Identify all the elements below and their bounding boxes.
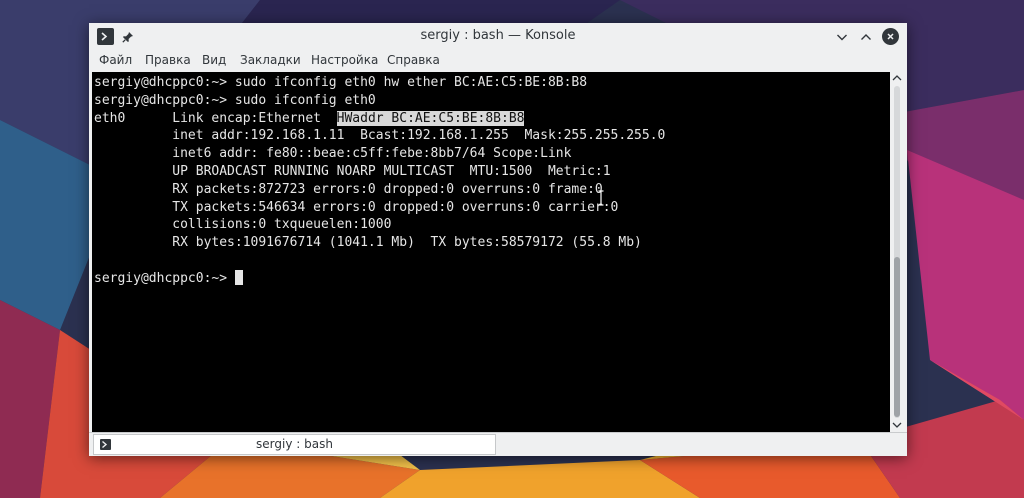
menu-bar: Файл Правка Вид Закладки Настройка Справ… <box>89 50 907 71</box>
tab-label: sergiy : bash <box>256 437 333 451</box>
terminal-line: inet addr:192.168.1.11 Bcast:192.168.1.2… <box>94 128 666 144</box>
terminal-line: sergiy@dhcppc0:~> sudo ifconfig eth0 hw … <box>94 75 588 90</box>
window-title: sergiy : bash — Konsole <box>420 28 576 43</box>
terminal-line: UP BROADCAST RUNNING NOARP MULTICAST MTU… <box>94 163 611 179</box>
tab-bar: sergiy : bash <box>89 432 907 456</box>
chevron-up-icon[interactable] <box>857 28 874 45</box>
selected-text: HWaddr BC:AE:C5:BE:8B:B8 <box>336 110 525 126</box>
chevron-down-icon[interactable] <box>833 28 850 45</box>
konsole-window: sergiy : bash — Konsole Файл Правка Вид … <box>89 23 907 456</box>
terminal-line: RX packets:872723 errors:0 dropped:0 ove… <box>94 181 603 197</box>
menu-file[interactable]: Файл <box>99 53 132 67</box>
title-bar: sergiy : bash — Konsole <box>89 23 907 50</box>
scroll-thumb[interactable] <box>894 257 900 417</box>
terminal-line: TX packets:546634 errors:0 dropped:0 ove… <box>94 199 619 215</box>
menu-settings[interactable]: Настройка <box>311 53 378 67</box>
terminal-line: collisions:0 txqueuelen:1000 <box>94 217 392 233</box>
terminal-line: RX bytes:1091676714 (1041.1 Mb) TX bytes… <box>94 235 642 251</box>
tab-sergiy-bash[interactable]: sergiy : bash <box>93 434 496 455</box>
terminal-line: sergiy@dhcppc0:~> sudo ifconfig eth0 <box>94 92 376 108</box>
text-cursor <box>234 269 243 285</box>
ibeam-cursor-icon <box>598 190 604 206</box>
menu-view[interactable]: Вид <box>202 53 226 67</box>
scroll-up-icon[interactable] <box>892 74 902 82</box>
menu-bookmarks[interactable]: Закладки <box>240 53 301 67</box>
terminal-line: inet6 addr: fe80::beae:c5ff:febe:8bb7/64… <box>94 146 572 162</box>
terminal-prompt-line: sergiy@dhcppc0:~> <box>94 269 665 288</box>
terminal-view[interactable]: sergiy@dhcppc0:~> sudo ifconfig eth0 hw … <box>92 72 890 432</box>
menu-help[interactable]: Справка <box>387 53 440 67</box>
vertical-scrollbar[interactable] <box>890 72 904 432</box>
terminal-line: eth0 Link encap:Ethernet HWaddr BC:AE:C5… <box>94 110 525 126</box>
close-icon[interactable] <box>882 28 899 45</box>
menu-edit[interactable]: Правка <box>145 53 191 67</box>
scroll-down-icon[interactable] <box>892 421 902 429</box>
